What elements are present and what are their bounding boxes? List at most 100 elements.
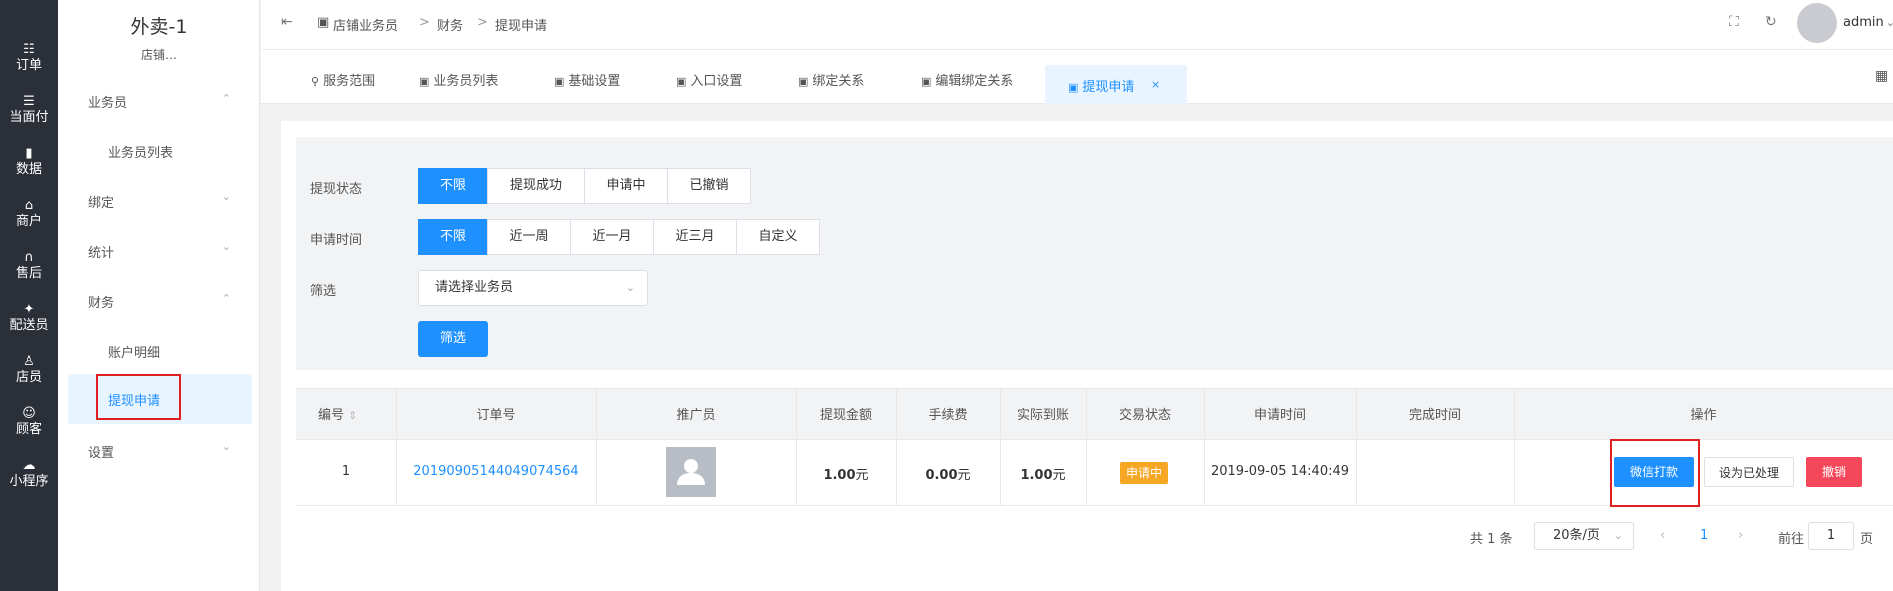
headset-icon: ∩	[24, 250, 34, 265]
tab-basic-settings[interactable]: ▣ 基础设置	[554, 70, 620, 89]
location-icon: ⚲	[311, 75, 320, 88]
close-icon[interactable]: ×	[1151, 78, 1160, 91]
chevron-up-icon: ⌃	[221, 292, 231, 305]
breadcrumb-separator: >	[419, 15, 430, 30]
collapse-menu-icon[interactable]: ⇤	[281, 14, 293, 30]
card-icon: ▣	[554, 75, 565, 88]
col-header-fee: 手续费	[928, 408, 968, 423]
refresh-icon[interactable]: ↻	[1765, 14, 1777, 30]
breadcrumb-item[interactable]: 财务	[437, 15, 463, 34]
menu-group-finance[interactable]: 财务	[88, 292, 114, 311]
sidebar-item-salesmen-list[interactable]: 业务员列表	[108, 142, 173, 161]
tab-edit-binding[interactable]: ▣ 编辑绑定关系	[921, 70, 1013, 89]
col-header-actual: 实际到账	[1016, 408, 1069, 423]
tab-service-area[interactable]: ⚲ 服务范围	[311, 70, 375, 89]
time-option-custom[interactable]: 自定义	[736, 219, 820, 255]
page-suffix: 页	[1860, 532, 1874, 547]
time-filter-label: 申请时间	[310, 233, 363, 248]
rail-item-data[interactable]: ▮ 数据	[0, 146, 58, 178]
tab-withdraw-label: ▣ 提现申请	[1068, 80, 1135, 95]
rail-item-delivery[interactable]: ✦ 配送员	[0, 302, 58, 334]
promoter-avatar	[666, 447, 716, 497]
store-subtitle: 店铺…	[140, 48, 177, 62]
col-header-apply-time: 申请时间	[1253, 408, 1306, 423]
person-icon: ♙	[23, 354, 35, 369]
avatar[interactable]	[1797, 3, 1837, 43]
col-header-id[interactable]: 编号 ⇕	[318, 404, 357, 423]
screen-filter-label: 筛选	[310, 284, 337, 299]
store-title: 外卖-1	[130, 16, 188, 38]
cell-id: 1	[341, 464, 351, 479]
next-page-button[interactable]: ›	[1738, 528, 1743, 543]
rail-item-face-pay[interactable]: ☰ 当面付	[0, 94, 58, 126]
status-filter-label: 提现状态	[310, 182, 363, 197]
fullscreen-icon[interactable]: ⛶	[1729, 14, 1739, 30]
sidebar-item-account-detail[interactable]: 账户明细	[108, 342, 160, 361]
tab-entry-settings[interactable]: ▣ 入口设置	[676, 70, 742, 89]
highlight-box	[1610, 439, 1700, 507]
col-header-actions: 操作	[1690, 408, 1717, 423]
shop-icon: ⌂	[24, 198, 34, 213]
user-menu[interactable]: admin ⌄	[1843, 15, 1893, 30]
filter-button[interactable]: 筛选	[418, 321, 488, 357]
person-icon	[677, 459, 705, 485]
page-size-select[interactable]: 20条/页 ⌄	[1534, 522, 1634, 550]
list-icon: ☰	[23, 94, 35, 109]
pagination-total: 共 1 条	[1470, 532, 1513, 547]
col-header-amount: 提现金额	[819, 408, 872, 423]
cell-actual: 1.00元	[1020, 468, 1066, 483]
status-option-any[interactable]: 不限	[418, 168, 488, 204]
revoke-button[interactable]: 撤销	[1806, 457, 1862, 487]
goto-label: 前往	[1778, 532, 1805, 547]
card-icon: ▣	[419, 75, 430, 88]
grid-menu-icon[interactable]: ▦	[1875, 68, 1888, 84]
chevron-down-icon: ⌄	[221, 190, 231, 203]
icon-rail: ☷ 订单 ☰ 当面付 ▮ 数据 ⌂ 商户 ∩ 售后 ✦ 配送员 ♙ 店员 ☺ 顾客 ☁ 小程序	[0, 0, 58, 591]
time-option-month[interactable]: 近一月	[570, 219, 654, 255]
status-option-revoked[interactable]: 已撤销	[667, 168, 751, 204]
rail-item-aftersale[interactable]: ∩ 售后	[0, 250, 58, 282]
sort-icon[interactable]: ⇕	[348, 409, 357, 422]
secondary-sidebar: 外卖-1 店铺… 业务员 ⌃ 业务员列表 绑定 ⌄ 统计 ⌄ 财务 ⌃ 账户明细…	[58, 0, 260, 591]
chevron-down-icon: ⌄	[625, 281, 635, 294]
menu-group-salesman[interactable]: 业务员	[88, 92, 127, 111]
cell-amount: 1.00元	[823, 468, 869, 483]
goto-page-input[interactable]: 1	[1808, 522, 1854, 550]
rail-item-orders[interactable]: ☷ 订单	[0, 42, 58, 74]
customer-icon: ☺	[22, 406, 36, 421]
top-header: ⇤ ▣ 店铺业务员 > 财务 > 提现申请 ⛶ ↻	[261, 0, 1893, 50]
breadcrumb-current: 提现申请	[495, 19, 548, 34]
chevron-up-icon: ⌃	[221, 92, 231, 105]
menu-group-binding[interactable]: 绑定	[88, 192, 114, 211]
time-option-any[interactable]: 不限	[418, 219, 488, 255]
breadcrumb-item[interactable]: 店铺业务员	[333, 15, 398, 34]
wechat-icon: ☁	[22, 458, 36, 473]
salesman-select[interactable]: 请选择业务员 ⌄	[418, 270, 648, 306]
prev-page-button[interactable]: ‹	[1660, 528, 1665, 543]
time-option-week[interactable]: 近一周	[487, 219, 571, 255]
current-page[interactable]: 1	[1700, 528, 1708, 543]
menu-group-stats[interactable]: 统计	[88, 242, 114, 261]
status-option-applying[interactable]: 申请中	[584, 168, 668, 204]
tab-binding-relation[interactable]: ▣ 绑定关系	[798, 70, 864, 89]
mark-processed-button[interactable]: 设为已处理	[1704, 457, 1794, 487]
card-icon: ▣	[798, 75, 809, 88]
order-link[interactable]: 20190905144049074564	[396, 464, 596, 479]
card-icon: ▣	[921, 75, 932, 88]
breadcrumb-icon: ▣	[317, 15, 330, 30]
bar-chart-icon: ▮	[25, 146, 33, 161]
tab-salesmen-list[interactable]: ▣ 业务员列表	[419, 70, 498, 89]
chevron-down-icon: ⌄	[1885, 16, 1893, 29]
rail-item-miniapp[interactable]: ☁ 小程序	[0, 458, 58, 490]
menu-group-settings[interactable]: 设置	[88, 442, 114, 461]
cell-fee: 0.00元	[925, 468, 971, 483]
delivery-icon: ✦	[23, 302, 35, 317]
status-option-success[interactable]: 提现成功	[487, 168, 585, 204]
rail-item-customer[interactable]: ☺ 顾客	[0, 406, 58, 438]
rail-item-clerk[interactable]: ♙ 店员	[0, 354, 58, 386]
list-icon: ☷	[23, 42, 35, 57]
rail-item-merchant[interactable]: ⌂ 商户	[0, 198, 58, 230]
breadcrumb-separator: >	[477, 15, 488, 30]
time-option-three-months[interactable]: 近三月	[653, 219, 737, 255]
chevron-down-icon: ⌄	[1613, 529, 1623, 542]
